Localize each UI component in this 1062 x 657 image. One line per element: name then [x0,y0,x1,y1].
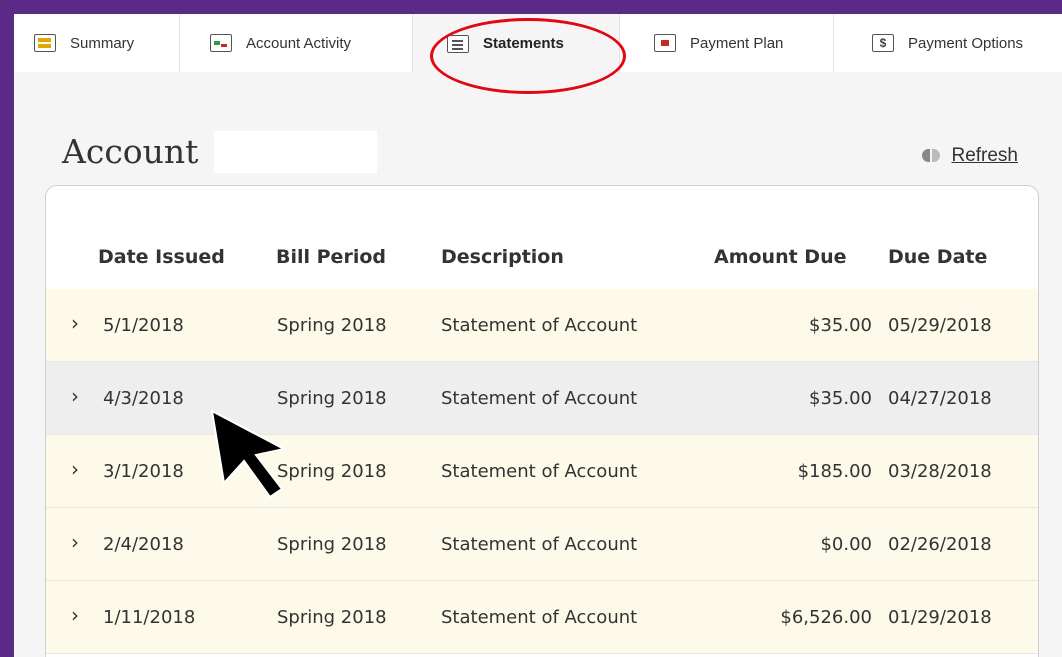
payment-plan-icon [654,34,676,52]
table-row[interactable]: › 1/11/2018 Spring 2018 Statement of Acc… [46,581,1038,654]
cell-bill-period: Spring 2018 [277,315,387,336]
cell-date-issued: 3/1/2018 [103,461,184,482]
page-title: Account [62,132,199,171]
column-header-date-issued[interactable]: Date Issued [98,246,225,268]
table-body: › 5/1/2018 Spring 2018 Statement of Acco… [46,289,1038,654]
cell-bill-period: Spring 2018 [277,388,387,409]
column-header-bill-period[interactable]: Bill Period [276,246,386,268]
cell-due-date: 01/29/2018 [888,607,992,628]
cell-bill-period: Spring 2018 [277,607,387,628]
tab-statements[interactable]: Statements [412,14,620,73]
account-activity-icon [210,34,232,52]
summary-icon [34,34,56,52]
chevron-right-icon[interactable]: › [71,603,79,627]
tab-payment-options[interactable]: $ Payment Options [834,14,1062,72]
table-row[interactable]: › 2/4/2018 Spring 2018 Statement of Acco… [46,508,1038,581]
column-header-due-date[interactable]: Due Date [888,246,987,268]
cell-description: Statement of Account [441,315,638,336]
redacted-name-box [214,131,377,173]
chevron-right-icon[interactable]: › [71,457,79,481]
column-header-amount-due[interactable]: Amount Due [714,246,847,268]
chevron-right-icon[interactable]: › [71,530,79,554]
tab-payment-plan[interactable]: Payment Plan [620,14,834,72]
statements-icon [447,34,469,53]
cell-date-issued: 2/4/2018 [103,534,184,555]
cell-amount-due: $35.00 [809,315,872,336]
cell-description: Statement of Account [441,607,638,628]
tab-account-activity-label: Account Activity [246,34,352,52]
cell-description: Statement of Account [441,388,638,409]
statements-table-card: Date Issued Bill Period Description Amou… [45,185,1039,657]
cell-bill-period: Spring 2018 [277,461,387,482]
cell-bill-period: Spring 2018 [277,534,387,555]
cell-due-date: 02/26/2018 [888,534,992,555]
cell-description: Statement of Account [441,534,638,555]
chevron-right-icon[interactable]: › [71,311,79,335]
cell-due-date: 03/28/2018 [888,461,992,482]
table-row[interactable]: › 5/1/2018 Spring 2018 Statement of Acco… [46,289,1038,362]
tab-summary-label: Summary [70,34,135,52]
table-header: Date Issued Bill Period Description Amou… [46,238,1038,278]
tab-summary[interactable]: Summary [14,14,180,72]
cell-date-issued: 1/11/2018 [103,607,196,628]
chevron-right-icon[interactable]: › [71,384,79,408]
tab-bar: Summary Account Activity Statements Paym… [14,14,1062,73]
column-header-description[interactable]: Description [441,246,564,268]
cell-date-issued: 4/3/2018 [103,388,184,409]
refresh-label: Refresh [951,145,1018,166]
cell-amount-due: $0.00 [820,534,872,555]
cell-due-date: 04/27/2018 [888,388,992,409]
payment-options-icon: $ [872,34,894,52]
cell-date-issued: 5/1/2018 [103,315,184,336]
app-frame: Summary Account Activity Statements Paym… [14,14,1062,657]
cell-due-date: 05/29/2018 [888,315,992,336]
cell-description: Statement of Account [441,461,638,482]
table-row[interactable]: › 4/3/2018 Spring 2018 Statement of Acco… [46,362,1038,435]
cell-amount-due: $185.00 [797,461,872,482]
refresh-icon [921,148,941,164]
table-row[interactable]: › 3/1/2018 Spring 2018 Statement of Acco… [46,435,1038,508]
cell-amount-due: $6,526.00 [780,607,872,628]
tab-payment-plan-label: Payment Plan [690,34,784,52]
cell-amount-due: $35.00 [809,388,872,409]
tab-payment-options-label: Payment Options [908,34,1024,52]
refresh-link[interactable]: Refresh [921,145,1018,167]
tab-statements-label: Statements [483,35,564,52]
tab-account-activity[interactable]: Account Activity [180,14,416,72]
